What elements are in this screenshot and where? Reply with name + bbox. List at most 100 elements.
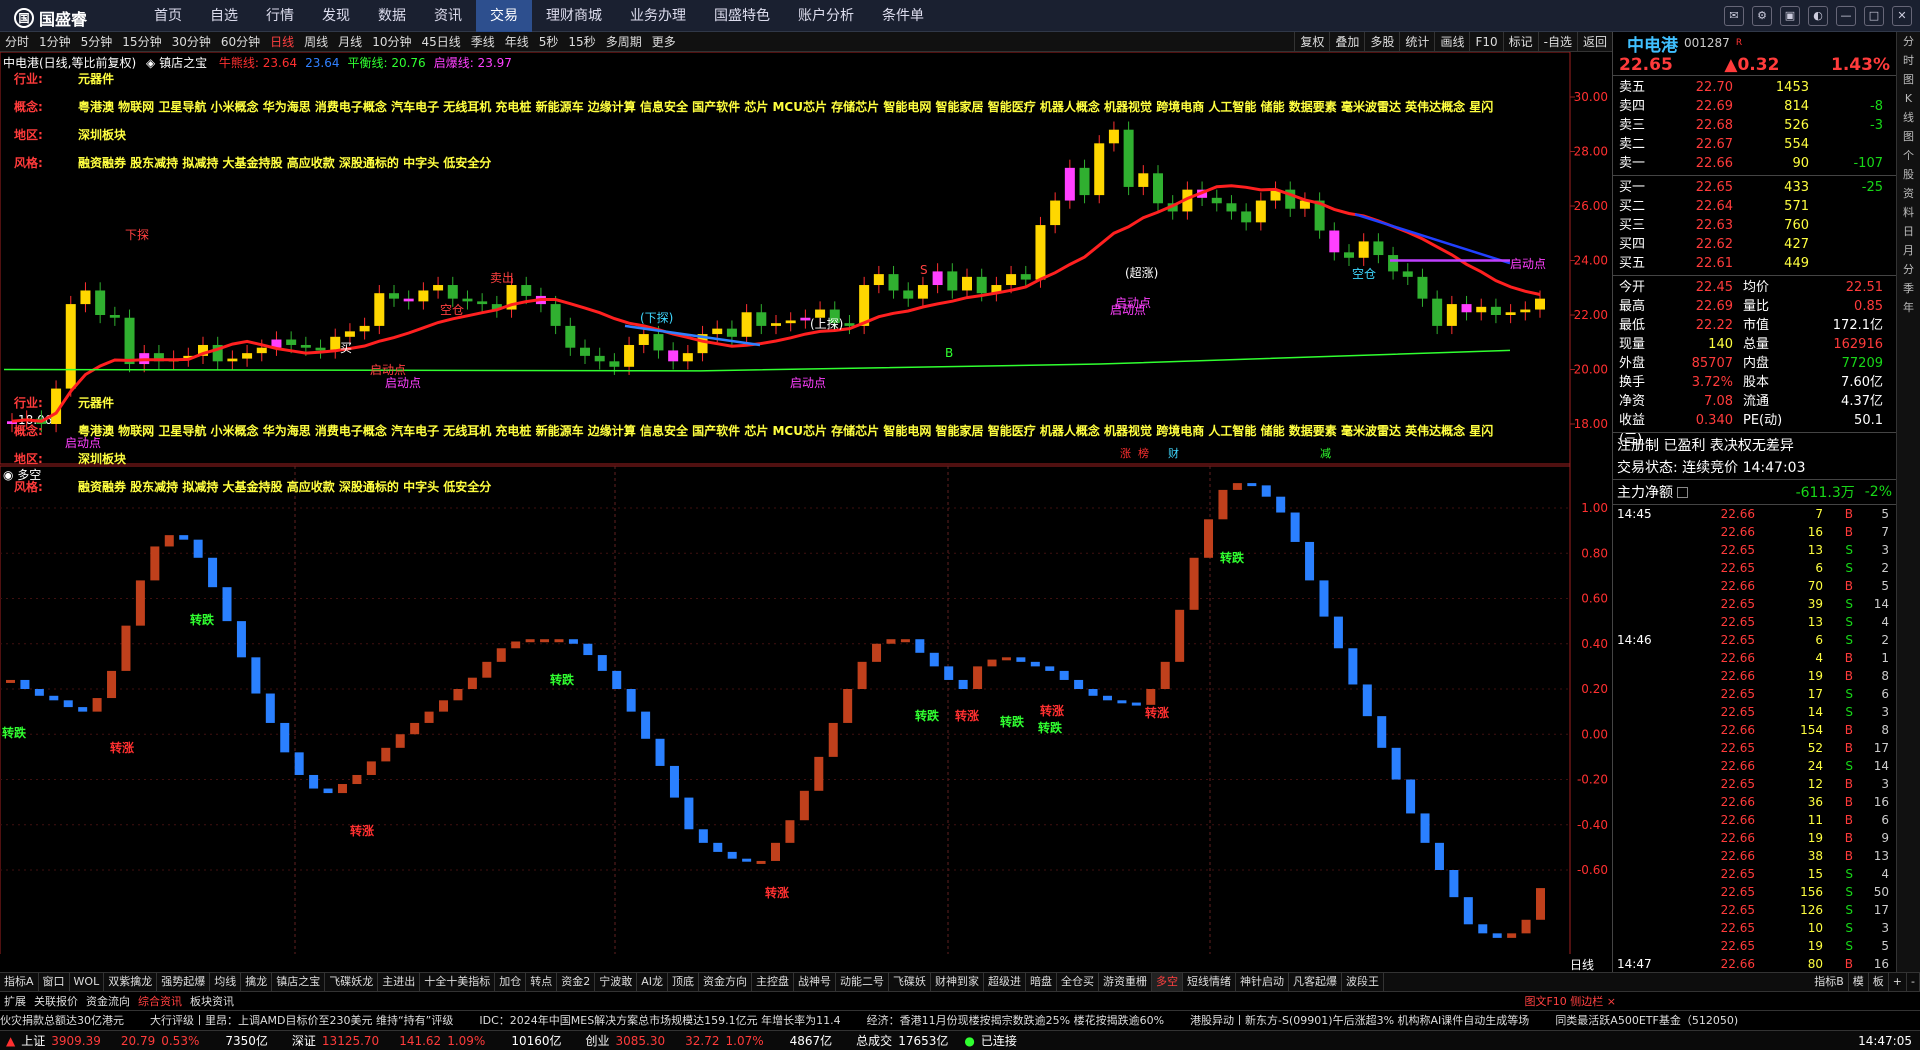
indicator-tab[interactable]: AI龙 [637,973,668,991]
book-row[interactable]: 买三 22.63 760 [1613,216,1896,235]
index-name[interactable]: 上证 [21,1032,45,1049]
nav-item[interactable]: 账户分析 [784,0,868,32]
period-tab[interactable]: 10分钟 [367,32,416,52]
indicator-tab[interactable]: 镇店之宝 [272,973,326,991]
indicator-tab[interactable]: 主进出 [378,973,421,991]
period-tab[interactable]: 30分钟 [167,32,216,52]
period-tab[interactable]: 周线 [299,32,333,52]
side-icon[interactable]: 资 [1897,184,1920,203]
chart-area[interactable]: 30.00 28.00 26.00 24.00 22.00 20.00 18.00 1.00 0… [0,52,1612,972]
period-tab[interactable]: 15分钟 [117,32,166,52]
side-icon[interactable]: 分 [1897,260,1920,279]
indicator-tab[interactable]: 双紫擒龙 [104,973,158,991]
info-tab[interactable]: 综合资讯 [134,993,186,1009]
index-name[interactable]: 创业 [586,1032,610,1049]
indicator-tab[interactable]: 多空 [1151,973,1183,991]
period-tab[interactable]: 季线 [466,32,500,52]
flow-toggle-icon[interactable] [1677,486,1688,498]
indicator-tab[interactable]: 短线情绪 [1183,973,1236,991]
book-row[interactable]: 买五 22.61 449 [1613,254,1896,273]
news-item[interactable]: 港股异动丨新东方-S(09901)午后涨超3% 机构称AI课件自动生成等场 [1190,1014,1529,1027]
book-row[interactable]: 卖四 22.69 814 -8 [1613,97,1896,116]
indicator-tab[interactable]: 十全十美指标 [420,973,496,991]
nav-item[interactable]: 理财商城 [532,0,616,32]
indicator-tab[interactable]: 资金2 [557,973,596,991]
period-tab[interactable]: 1分钟 [34,32,76,52]
news-item[interactable]: IDC：2024年中国MES解决方案总市场规模达159.1亿元 年增长率为11.… [479,1014,840,1027]
nav-item[interactable]: 交易 [476,0,532,32]
indicator-tab[interactable]: 全仓买 [1057,973,1099,991]
indicator-tab[interactable]: 神针启动 [1236,973,1289,991]
news-item[interactable]: 伙灾捐款总额达30亿港元 [0,1014,124,1027]
maximize-icon[interactable]: □ [1864,6,1884,26]
side-icon[interactable]: 分 [1897,32,1920,51]
indicator-tab[interactable]: 波段王 [1342,973,1384,991]
side-icon[interactable]: 料 [1897,203,1920,222]
period-tab[interactable]: 5分钟 [76,32,118,52]
side-icon[interactable]: 线 [1897,108,1920,127]
indicator-tab[interactable]: 暗盘 [1026,973,1057,991]
book-row[interactable]: 买四 22.62 427 [1613,235,1896,254]
news-item[interactable]: 同类最活跃A500ETF基金（512050) [1555,1014,1738,1027]
indicator-tab[interactable]: 指标A [0,973,39,991]
period-tab[interactable]: 多周期 [601,32,647,52]
toolbar-button[interactable]: F10 [1469,31,1502,52]
book-row[interactable]: 买一 22.65 433 -25 [1613,178,1896,197]
close-icon[interactable]: ✕ [1892,6,1912,26]
info-tab[interactable]: 板块资讯 [186,993,238,1009]
period-tab[interactable]: 日线 [265,32,299,52]
indicator-tab[interactable]: 窗口 [39,973,70,991]
kline-svg[interactable]: 30.00 28.00 26.00 24.00 22.00 20.00 18.00 1.00 0… [0,52,1612,954]
side-icon[interactable]: K [1897,89,1920,108]
side-icon[interactable]: 图 [1897,70,1920,89]
toolbar-button[interactable]: 多股 [1364,31,1399,52]
news-ticker[interactable]: 伙灾捐款总额达30亿港元 大行评级丨里昂：上调AMD目标价至230美元 维持“持有… [0,1010,1920,1030]
side-icon[interactable]: 时 [1897,51,1920,70]
indicator-control[interactable]: + [1889,973,1908,991]
side-icon[interactable]: 图 [1897,127,1920,146]
lock-icon[interactable]: ▣ [1780,6,1800,26]
info-tab[interactable]: 资金流向 [82,993,134,1009]
period-tab[interactable]: 月线 [333,32,367,52]
nav-item[interactable]: 条件单 [868,0,938,32]
indicator-name-box[interactable]: ◈ 镇店之宝 [146,56,207,70]
toolbar-button[interactable]: 返回 [1576,31,1612,52]
toolbar-button[interactable]: 画线 [1434,31,1469,52]
indicator-tab[interactable]: 主控盘 [752,973,794,991]
indicator-tab[interactable]: 宁波敢 [595,973,638,991]
period-tab[interactable]: 5秒 [534,32,564,52]
period-tab[interactable]: 45日线 [416,32,465,52]
book-row[interactable]: 卖二 22.67 554 [1613,135,1896,154]
book-row[interactable]: 卖三 22.68 526 -3 [1613,116,1896,135]
indicator-tab[interactable]: 转点 [526,973,558,991]
side-icon[interactable]: 年 [1897,298,1920,317]
side-icon[interactable]: 季 [1897,279,1920,298]
side-icon[interactable]: 股 [1897,165,1920,184]
indicator-tab[interactable]: 飞碟妖 [889,973,931,991]
indicator-control[interactable]: 指标B [1810,973,1849,991]
indicator-tab[interactable]: 顶底 [668,973,699,991]
indicator-tab[interactable]: 超级进 [984,973,1026,991]
indicator-tab[interactable]: 均线 [210,973,242,991]
nav-item[interactable]: 自选 [196,0,252,32]
index-arrow-icon[interactable]: ▲ [6,1034,15,1048]
info-tab[interactable]: 扩展 [0,993,30,1009]
side-icon[interactable]: 日 [1897,222,1920,241]
indicator-tab[interactable]: 加仓 [495,973,527,991]
nav-item[interactable]: 资讯 [420,0,476,32]
info-tab[interactable]: 关联报价 [30,993,82,1009]
indicator-control[interactable]: - [1907,973,1920,991]
nav-item[interactable]: 首页 [140,0,196,32]
settings-icon[interactable]: ⚙ [1752,6,1772,26]
f10-sidebar-toggle[interactable]: 图文F10 侧边栏 × [1520,993,1620,1009]
index-name[interactable]: 深证 [292,1032,316,1049]
toolbar-button[interactable]: 统计 [1399,31,1434,52]
period-tab[interactable]: 年线 [500,32,534,52]
indicator-tab[interactable]: 擒龙 [241,973,273,991]
tick-list[interactable]: 14:45 22.66 7 B 5 22.66 16 B 7 22.65 13 S 3 22.65 6 S 2 2… [1613,505,1896,991]
book-row[interactable]: 卖五 22.70 1453 [1613,78,1896,97]
news-item[interactable]: 经济：香港11月份现楼按揭宗数跌逾25% 楼花按揭跌逾60% [867,1014,1164,1027]
indicator-tab[interactable]: 游资重栅 [1099,973,1152,991]
indicator-tab[interactable]: 凡客起爆 [1289,973,1342,991]
toolbar-button[interactable]: -自选 [1537,31,1577,52]
